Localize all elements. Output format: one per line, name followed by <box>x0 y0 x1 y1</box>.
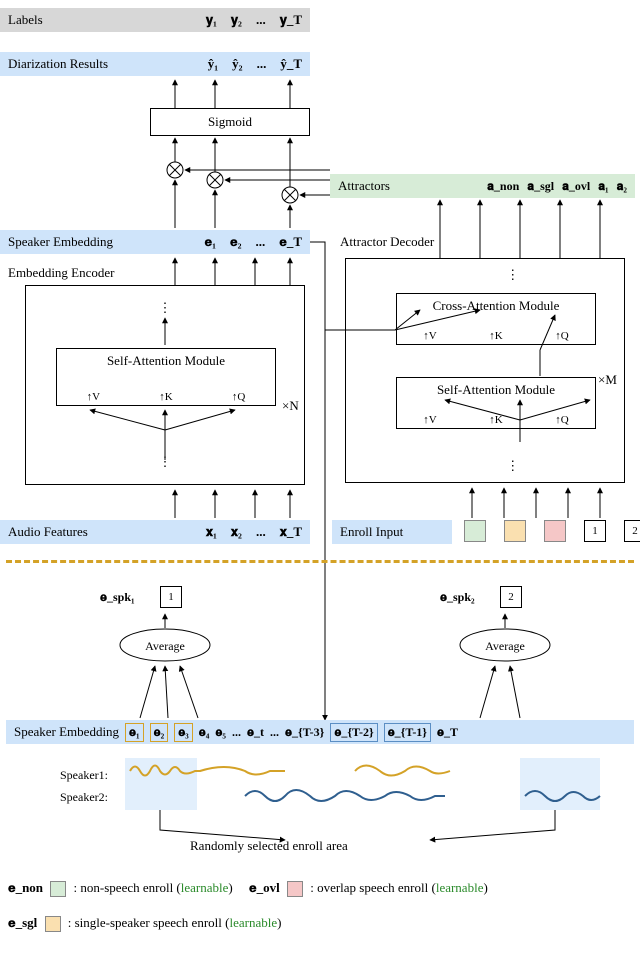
legend-orange-icon <box>45 916 61 932</box>
speaker1-label: Speaker1: <box>60 768 108 783</box>
spk1-box: 1 <box>160 586 182 608</box>
legend-row-1: 𝐞_non : non-speech enroll (learnable) 𝐞_… <box>8 880 488 897</box>
spk2-label: 𝐞_spk₂ <box>440 590 475 605</box>
speaker-emb-title-2: Speaker Embedding <box>14 724 119 740</box>
svg-text:Average: Average <box>485 639 525 653</box>
otimes-icon <box>167 162 183 178</box>
legend-red-icon <box>287 881 303 897</box>
legend-row-2: 𝐞_sgl : single-speaker speech enroll (le… <box>8 915 281 932</box>
otimes-icon <box>282 187 298 203</box>
section-divider <box>6 560 634 563</box>
random-sel-label: Randomly selected enroll area <box>190 838 348 854</box>
legend-green-icon <box>50 881 66 897</box>
otimes-icon <box>207 172 223 188</box>
spk1-label: 𝐞_spk₁ <box>100 590 135 605</box>
spk2-box: 2 <box>500 586 522 608</box>
speaker2-label: Speaker2: <box>60 790 108 805</box>
waveforms <box>125 758 615 813</box>
avg-input-arrows <box>0 658 640 728</box>
speaker-emb-items-2: 𝐞₁ 𝐞₂ 𝐞₃ 𝐞₄ 𝐞₅ ... 𝐞_t ... 𝐞_{T-3} 𝐞_{T-… <box>125 720 458 744</box>
svg-text:Average: Average <box>145 639 185 653</box>
